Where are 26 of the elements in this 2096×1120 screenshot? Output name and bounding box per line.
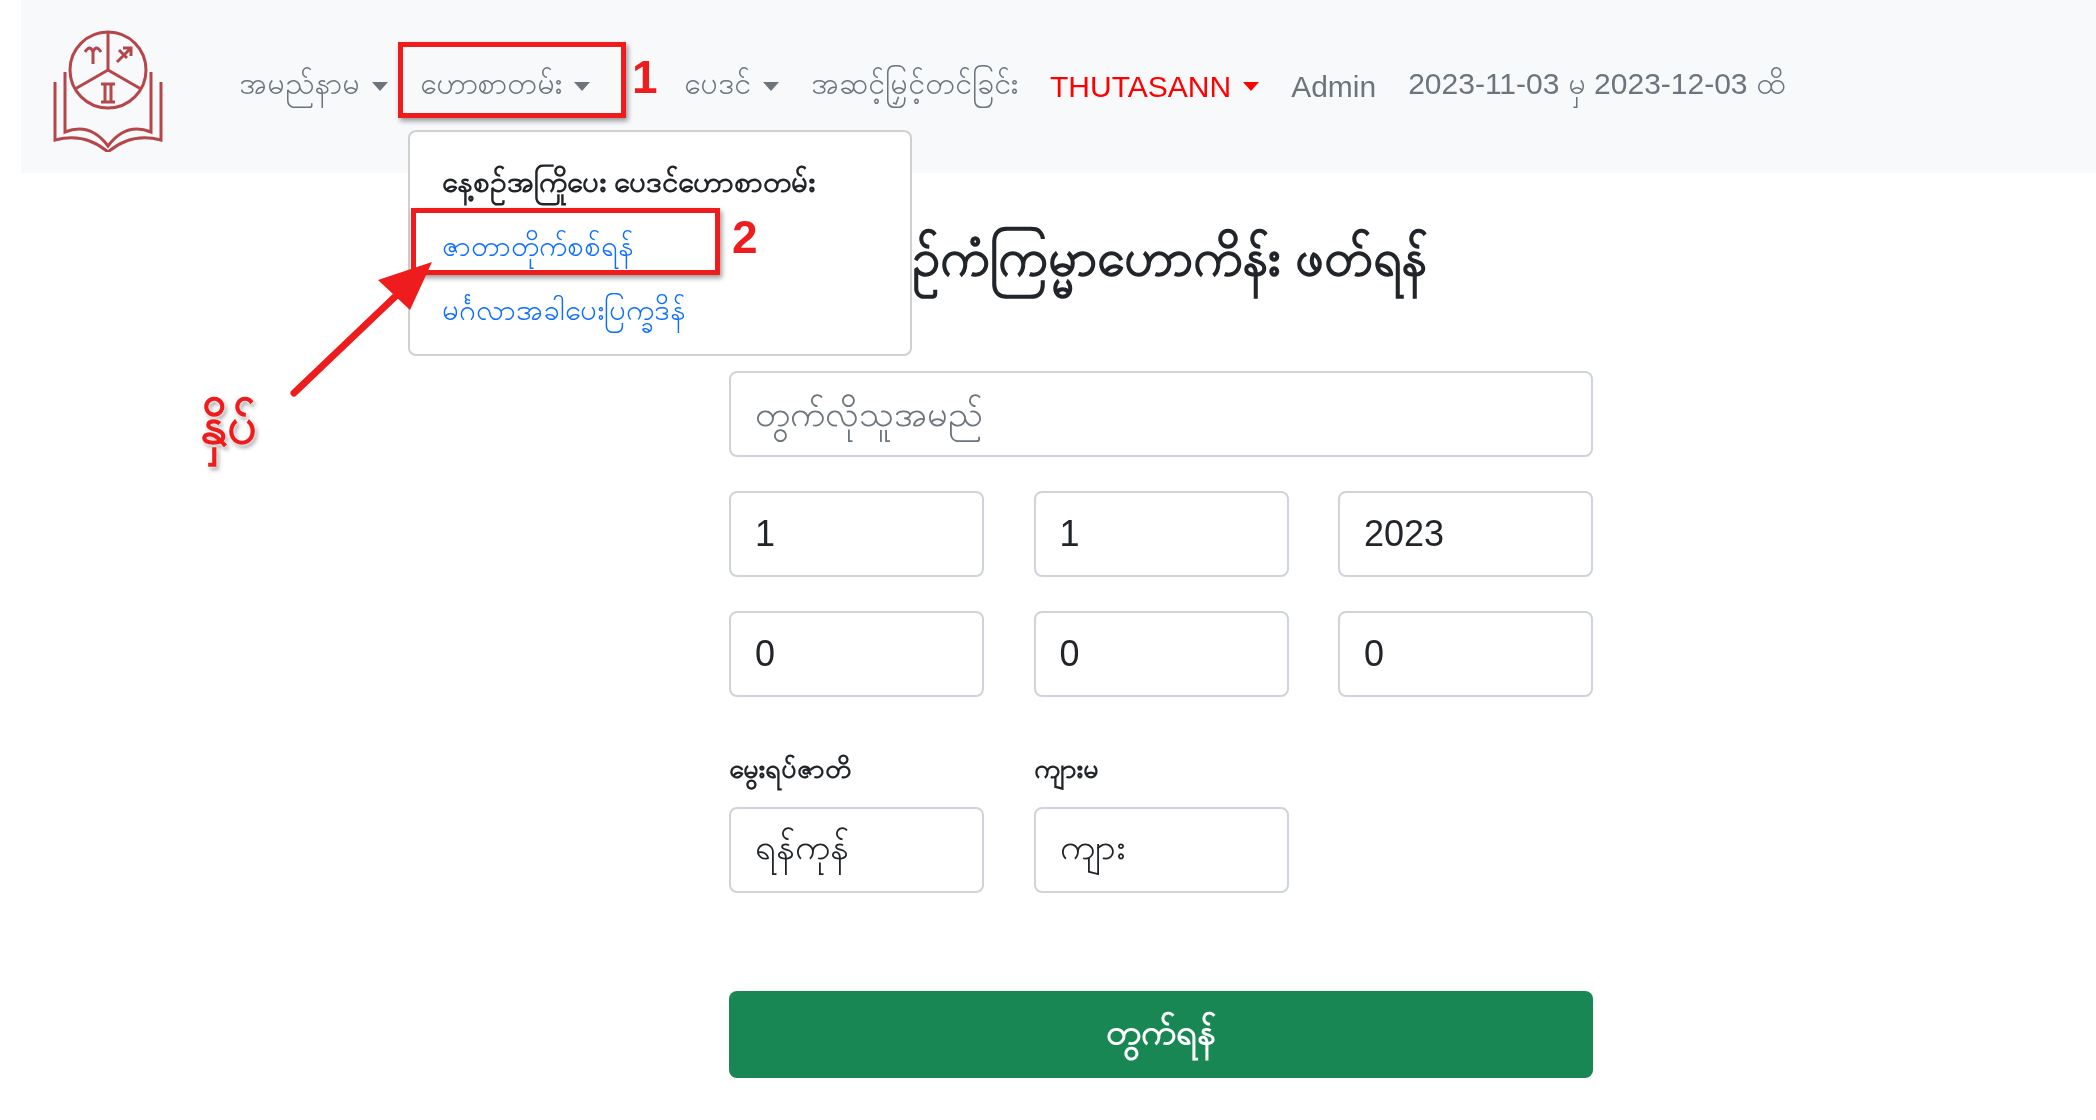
nav-link[interactable]: Admin xyxy=(1275,69,1393,104)
step-number: 2 xyxy=(732,214,758,260)
nav-link[interactable]: ပေဒင် xyxy=(668,64,795,109)
callout-text: နှိပ် xyxy=(192,372,265,479)
date-field[interactable]: 1 xyxy=(729,491,984,577)
menu-item[interactable]: မင်္ဂလာအခါပေးပြက္ခဒိန် xyxy=(410,278,718,342)
field-label: ကျားမ xyxy=(1033,749,1289,789)
step-number: 1 xyxy=(632,54,658,100)
nav-link[interactable]: အမည်နာမ xyxy=(223,64,404,109)
menu-item[interactable]: ဇာတာတိုက်စစ်ရန် xyxy=(410,214,666,278)
menu-header: နေ့စဉ်အကြိုပေး ပေဒင်ဟောစာတမ်း xyxy=(410,150,848,214)
date-field[interactable]: 1 xyxy=(1033,491,1289,577)
field-label: မွေးရပ်ဇာတိ xyxy=(729,749,984,789)
date-range-text: 2023-11-03 မှ 2023-12-03 ထိ xyxy=(1392,64,1802,109)
nav-link[interactable]: ဟောစာတမ်း xyxy=(404,64,606,109)
nav-link[interactable]: အဆင့်မြှင့်တင်ခြင်း xyxy=(795,64,1034,109)
name-field[interactable]: တွက်လိုသူအမည် xyxy=(729,371,1593,457)
birthplace-field[interactable]: ရန်ကုန် xyxy=(729,807,984,893)
user-menu[interactable]: THUTASANN xyxy=(1034,69,1276,104)
calculate-button[interactable]: တွက်ရန် xyxy=(729,991,1593,1078)
gender-field[interactable]: ကျား xyxy=(1033,807,1289,893)
time-field[interactable]: 0 xyxy=(1033,611,1289,697)
page-title: ဉ်ကံကြမ္မာဟောကိန်း ဖတ်ရန် xyxy=(912,223,1593,357)
time-field[interactable]: 0 xyxy=(729,611,984,697)
date-field[interactable]: 2023 xyxy=(1338,491,1593,577)
time-field[interactable]: 0 xyxy=(1338,611,1593,697)
